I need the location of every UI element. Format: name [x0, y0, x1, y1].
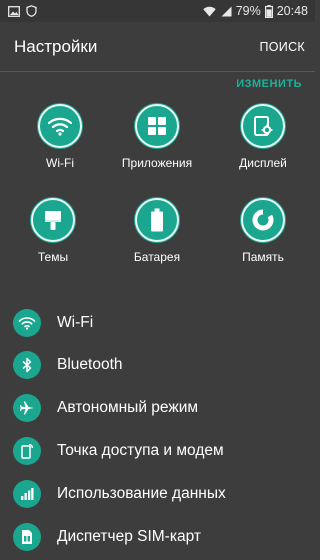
- list-item-wifi[interactable]: Wi-Fi: [0, 302, 315, 344]
- tile-label: Память: [242, 250, 284, 264]
- tile-label: Темы: [37, 250, 69, 264]
- battery-icon: [135, 198, 179, 242]
- bluetooth-icon: [13, 351, 41, 379]
- list-item-label: Точка доступа и модем: [57, 442, 224, 459]
- signal-icon: [220, 6, 232, 17]
- page-title: Настройки: [14, 36, 98, 56]
- image-icon: [8, 5, 20, 17]
- list-item-label: Bluetooth: [57, 356, 123, 373]
- tile-themes[interactable]: Темы: [3, 198, 103, 264]
- clock: 20:48: [276, 4, 308, 18]
- list-item-label: Использование данных: [57, 485, 226, 502]
- shield-icon: [26, 5, 37, 17]
- battery-percent: 79%: [235, 4, 261, 18]
- list-item-sim[interactable]: Диспетчер SIM-карт: [0, 516, 315, 558]
- list-item-data-usage[interactable]: Использование данных: [0, 473, 315, 515]
- apps-icon: [135, 104, 179, 148]
- list-item-hotspot[interactable]: Точка доступа и модем: [0, 430, 315, 472]
- edit-button[interactable]: ИЗМЕНИТЬ: [236, 78, 302, 90]
- wifi-icon: [13, 309, 41, 337]
- list-item-label: Автономный режим: [57, 399, 199, 416]
- list-item-label: Wi-Fi: [57, 314, 94, 331]
- app-bar: Настройки ПОИСК: [0, 22, 315, 72]
- tile-display[interactable]: Дисплей: [213, 104, 313, 170]
- status-right: 79% 20:48: [202, 4, 308, 18]
- tile-label: Wi-Fi: [46, 156, 74, 170]
- memory-icon: [241, 198, 285, 242]
- sim-icon: [13, 523, 41, 551]
- hotspot-icon: [13, 437, 41, 465]
- wifi-icon: [202, 6, 216, 17]
- tile-label: Приложения: [121, 156, 193, 170]
- data-usage-icon: [13, 480, 41, 508]
- list-item-bluetooth[interactable]: Bluetooth: [0, 344, 315, 386]
- tile-memory[interactable]: Память: [213, 198, 313, 264]
- tile-label: Батарея: [133, 250, 181, 264]
- display-icon: [241, 104, 285, 148]
- list-item-airplane[interactable]: Автономный режим: [0, 387, 315, 429]
- airplane-icon: [13, 394, 41, 422]
- search-button[interactable]: ПОИСК: [259, 40, 305, 54]
- brush-icon: [31, 198, 75, 242]
- tile-label: Дисплей: [239, 156, 287, 170]
- tile-wifi[interactable]: Wi-Fi: [10, 104, 110, 170]
- battery-icon: [264, 4, 273, 18]
- tile-apps[interactable]: Приложения: [107, 104, 207, 170]
- tile-battery[interactable]: Батарея: [107, 198, 207, 264]
- status-left: [8, 5, 37, 17]
- status-bar: 79% 20:48: [0, 0, 315, 22]
- wifi-icon: [38, 104, 82, 148]
- list-item-label: Диспетчер SIM-карт: [57, 528, 201, 545]
